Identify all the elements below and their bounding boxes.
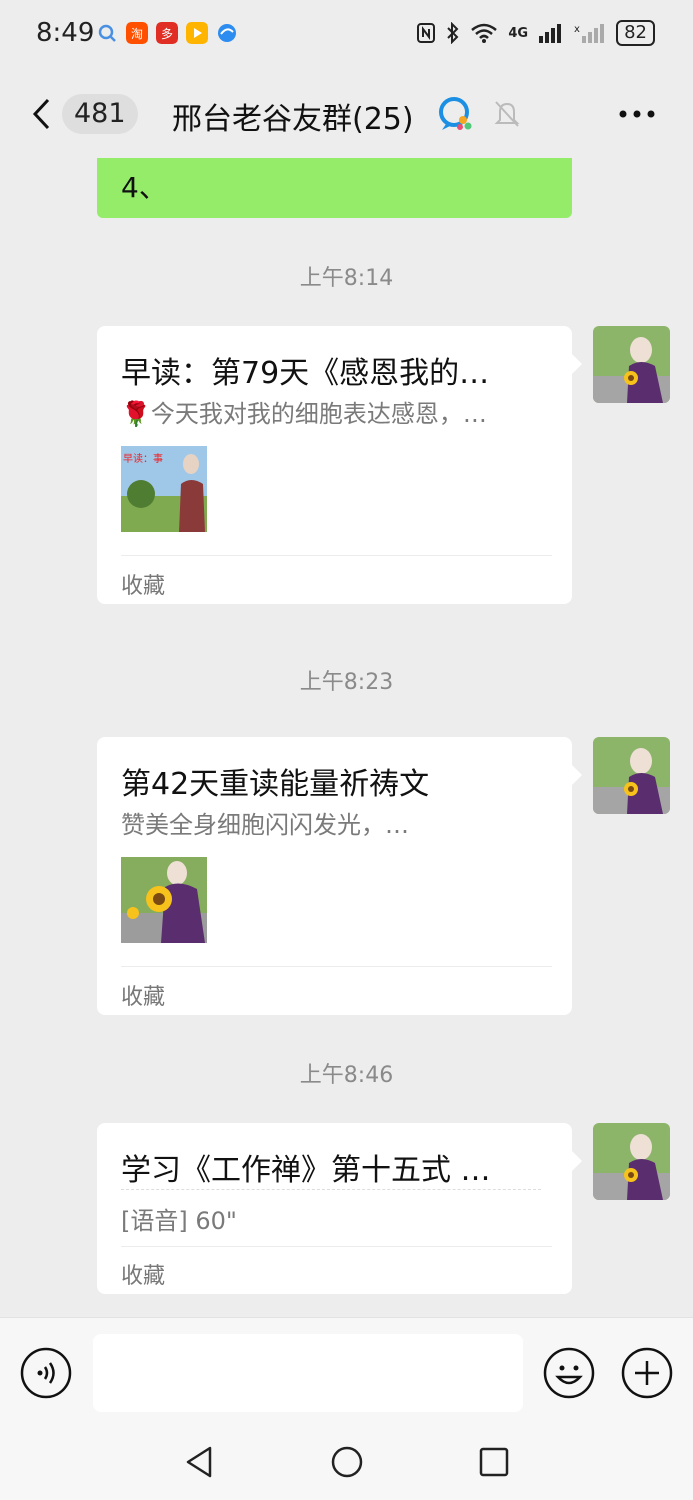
card-divider	[121, 966, 552, 967]
browser-app-icon	[218, 24, 236, 42]
wifi-icon	[471, 23, 498, 43]
svg-text:淘: 淘	[131, 27, 143, 41]
nav-back-button[interactable]	[184, 1445, 214, 1479]
card-dashed-divider	[121, 1189, 541, 1190]
bluetooth-icon	[447, 22, 459, 44]
more-options-button[interactable]	[617, 104, 657, 124]
avatar-photo-icon	[593, 737, 670, 814]
message-timestamp: 上午8:14	[299, 266, 394, 291]
chat-title[interactable]: 邢台老谷友群(25)	[172, 94, 414, 138]
card-divider	[121, 1246, 552, 1247]
signal-weak-icon: x	[574, 24, 605, 43]
thumb-caption: 早读：事	[123, 452, 163, 465]
network-type: 4G	[508, 25, 529, 41]
favorite-card-message[interactable]: 学习《工作禅》第十五式 … [语音] 60" 收藏	[97, 1123, 582, 1294]
bubble-text: 4、	[121, 171, 167, 204]
battery-level: 82	[616, 20, 655, 46]
photo-thumbnail-icon: 早读：事	[121, 446, 207, 532]
avatar-photo-icon	[593, 326, 670, 403]
svg-text:多: 多	[161, 27, 173, 41]
status-time: 8:49	[36, 18, 95, 48]
card-divider	[121, 555, 552, 556]
back-button[interactable]	[30, 96, 54, 132]
emoji-button[interactable]	[543, 1347, 595, 1399]
nfc-icon	[417, 23, 436, 43]
favorite-card-message[interactable]: 第42天重读能量祈祷文 赞美全身细胞闪闪发光，… 收藏	[97, 737, 582, 1015]
video-app-icon	[186, 22, 208, 44]
photo-thumbnail-icon	[121, 857, 207, 943]
more-functions-button[interactable]	[621, 1347, 673, 1399]
card-thumbnail: 早读：事	[121, 446, 207, 532]
card-source-label: 收藏	[121, 985, 166, 1010]
message-timestamp: 上午8:46	[299, 1063, 394, 1088]
taobao-app-icon: 淘	[126, 22, 148, 44]
nav-recent-apps-button[interactable]	[478, 1446, 510, 1478]
avatar[interactable]	[593, 326, 670, 403]
card-voice-label: [语音] 60"	[121, 1207, 237, 1235]
voice-input-button[interactable]	[20, 1347, 72, 1399]
card-subtitle: 赞美全身细胞闪闪发光，…	[121, 811, 409, 839]
signal-strength-icon	[539, 24, 562, 43]
status-bar: 8:49 淘 多 4G x 82	[0, 0, 693, 70]
chat-header: 481 邢台老谷友群(25)	[0, 70, 693, 158]
search-app-icon	[98, 24, 116, 42]
card-source-label: 收藏	[121, 574, 166, 599]
group-chat-icon	[439, 97, 472, 130]
message-timestamp: 上午8:23	[299, 670, 394, 695]
favorite-card-message[interactable]: 早读：第79天《感恩我的… 🌹今天我对我的细胞表达感恩，… 早读：事 收藏	[97, 326, 582, 604]
card-title: 学习《工作禅》第十五式 …	[121, 1153, 491, 1188]
svg-text:x: x	[574, 24, 580, 35]
card-thumbnail	[121, 857, 207, 943]
avatar[interactable]	[593, 737, 670, 814]
nav-home-button[interactable]	[330, 1445, 364, 1479]
pinduoduo-app-icon: 多	[156, 22, 178, 44]
status-indicators: 4G x 82	[416, 20, 655, 46]
notification-apps: 淘 多	[96, 22, 238, 44]
sent-text-bubble[interactable]: 4、	[97, 158, 572, 218]
mute-bell-icon	[494, 101, 520, 127]
avatar-photo-icon	[593, 1123, 670, 1200]
card-subtitle: 🌹今天我对我的细胞表达感恩，…	[121, 400, 487, 428]
message-input-bar	[0, 1317, 693, 1427]
system-navigation-bar	[0, 1427, 693, 1500]
card-title: 早读：第79天《感恩我的…	[121, 356, 490, 391]
card-source-label: 收藏	[121, 1264, 166, 1289]
unread-count-badge[interactable]: 481	[62, 94, 138, 134]
avatar[interactable]	[593, 1123, 670, 1200]
message-input[interactable]	[93, 1334, 523, 1412]
card-title: 第42天重读能量祈祷文	[121, 767, 430, 802]
